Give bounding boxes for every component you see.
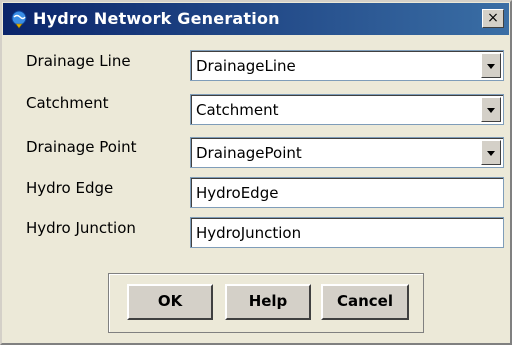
hydro-junction-input[interactable]: HydroJunction bbox=[190, 217, 504, 248]
drainage-line-label: Drainage Line bbox=[26, 52, 131, 70]
catchment-label: Catchment bbox=[26, 94, 109, 112]
cancel-button[interactable]: Cancel bbox=[321, 284, 409, 320]
drainage-point-label: Drainage Point bbox=[26, 138, 137, 156]
drainage-line-dropdown-button[interactable] bbox=[481, 53, 501, 78]
chevron-down-icon bbox=[487, 64, 495, 69]
help-button[interactable]: Help bbox=[225, 284, 311, 320]
drainage-point-value: DrainagePoint bbox=[196, 144, 302, 162]
button-group: OK Help Cancel bbox=[108, 273, 424, 333]
hydro-edge-value: HydroEdge bbox=[196, 184, 279, 202]
hydro-junction-label: Hydro Junction bbox=[26, 219, 136, 237]
catchment-dropdown-button[interactable] bbox=[481, 97, 501, 122]
drainage-point-dropdown[interactable]: DrainagePoint bbox=[190, 137, 504, 168]
drainage-line-value: DrainageLine bbox=[196, 57, 296, 75]
catchment-dropdown[interactable]: Catchment bbox=[190, 94, 504, 125]
dialog-window: Hydro Network Generation × Drainage Line… bbox=[0, 0, 512, 345]
dialog-body: Drainage Line DrainageLine Catchment Cat… bbox=[4, 36, 510, 343]
hydro-edge-input[interactable]: HydroEdge bbox=[190, 177, 504, 208]
drainage-line-dropdown[interactable]: DrainageLine bbox=[190, 50, 504, 81]
hydro-app-icon bbox=[9, 9, 29, 29]
window-title: Hydro Network Generation bbox=[33, 9, 280, 28]
hydro-edge-label: Hydro Edge bbox=[26, 179, 114, 197]
title-bar[interactable]: Hydro Network Generation × bbox=[3, 3, 509, 35]
chevron-down-icon bbox=[487, 151, 495, 156]
catchment-value: Catchment bbox=[196, 101, 279, 119]
close-icon[interactable]: × bbox=[487, 10, 499, 26]
close-button[interactable]: × bbox=[482, 9, 504, 28]
hydro-junction-value: HydroJunction bbox=[196, 224, 302, 242]
chevron-down-icon bbox=[487, 108, 495, 113]
drainage-point-dropdown-button[interactable] bbox=[481, 140, 501, 165]
ok-button[interactable]: OK bbox=[127, 284, 213, 320]
